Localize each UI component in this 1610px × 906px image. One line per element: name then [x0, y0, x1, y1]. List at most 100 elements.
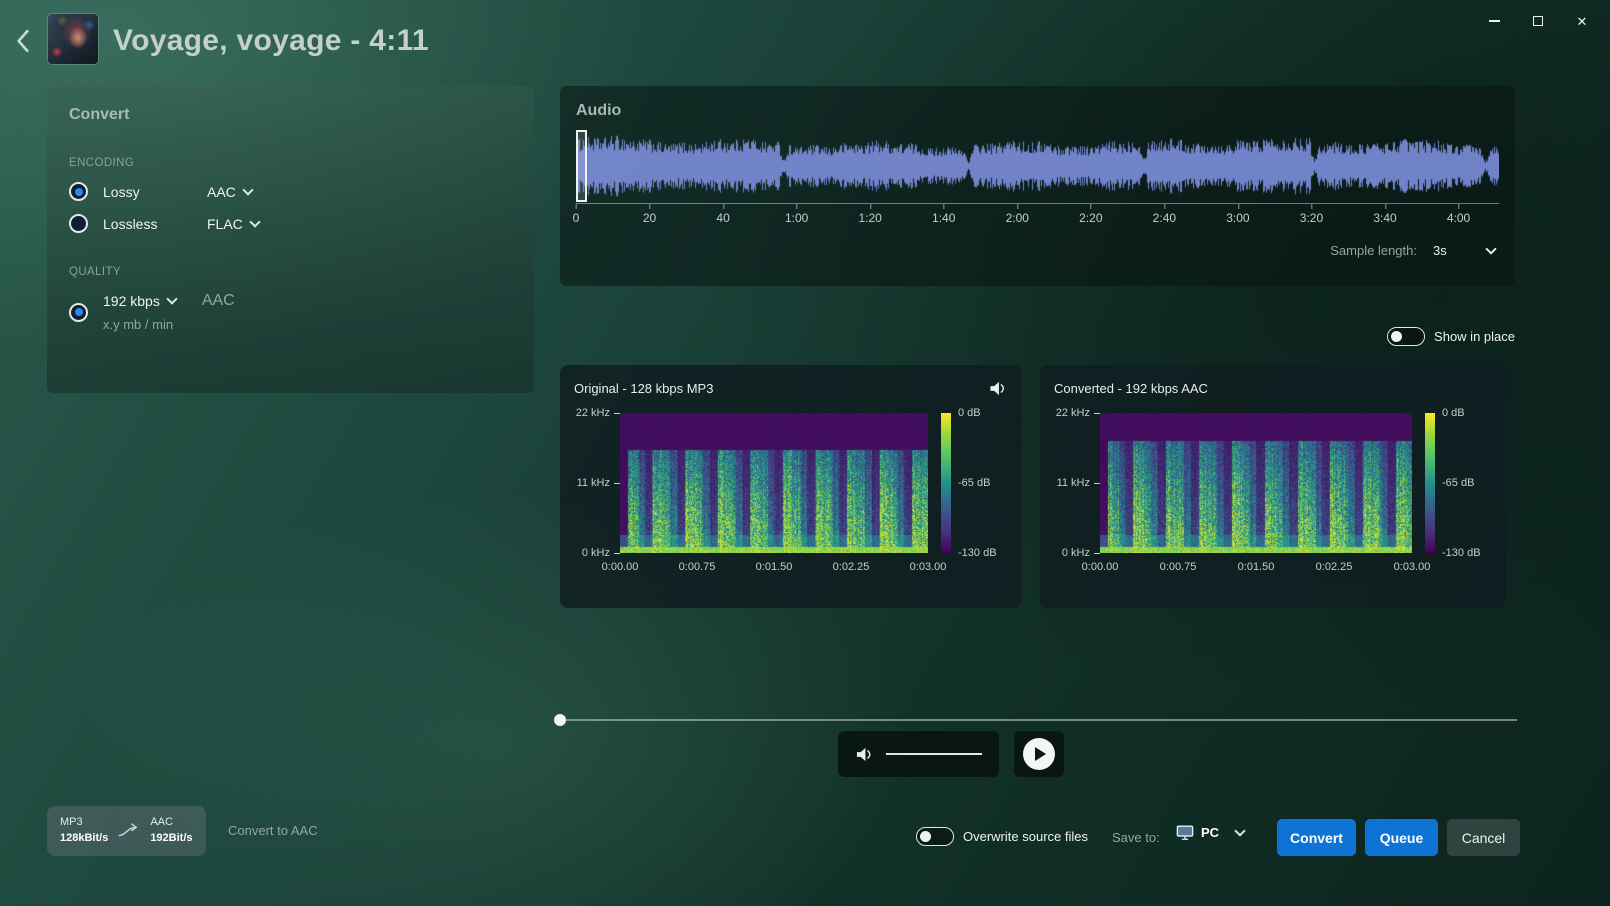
lossy-radio[interactable]: [69, 182, 88, 201]
freq-tick-label: 0 kHz: [582, 547, 620, 559]
source-bitrate-label: 128kBit/s: [60, 832, 108, 846]
maximize-button[interactable]: [1516, 6, 1560, 36]
target-format-label: AAC: [150, 816, 192, 830]
lossless-codec-value: FLAC: [207, 216, 243, 232]
waveform-canvas: [576, 135, 1499, 197]
db-tick-label: 0 dB: [1442, 407, 1465, 419]
spec-time-tick-label: 0:01.50: [756, 561, 793, 573]
spectrogram-plot: [1100, 413, 1412, 553]
convert-button[interactable]: Convert: [1277, 819, 1356, 856]
time-tick-label: 2:40: [1153, 211, 1176, 225]
spectrogram-panel-original: Original - 128 kbps MP3 22 kHz11 kHz0 kH…: [560, 365, 1022, 608]
source-format: MP3 128kBit/s: [60, 816, 108, 846]
quality-details: 192 kbps AAC x.y mb / min: [103, 292, 235, 332]
time-tick-label: 3:00: [1226, 211, 1249, 225]
spectrogram-panel-converted: Converted - 192 kbps AAC 22 kHz11 kHz0 k…: [1040, 365, 1506, 608]
freq-tick-label: 22 kHz: [1056, 407, 1100, 419]
colorbar: [1425, 413, 1435, 553]
lossless-option-row: Lossless FLAC: [69, 214, 512, 233]
sample-length-row: Sample length: 3s: [576, 243, 1499, 258]
play-icon: [1023, 738, 1055, 770]
time-tick-label: 3:20: [1300, 211, 1323, 225]
show-in-place-toggle[interactable]: [1387, 327, 1425, 346]
time-tick-label: 0: [573, 211, 580, 225]
sample-selection-handle[interactable]: [576, 130, 587, 202]
chevron-down-icon: [1234, 825, 1245, 836]
lossy-option-row: Lossy AAC: [69, 182, 512, 201]
quality-radio[interactable]: [69, 303, 88, 322]
speaker-icon[interactable]: [988, 380, 1008, 397]
sample-length-dropdown[interactable]: 3s: [1433, 243, 1495, 258]
lossless-radio[interactable]: [69, 214, 88, 233]
arrow-right-icon: [117, 820, 141, 842]
time-tick-label: 2:00: [1006, 211, 1029, 225]
volume-slider[interactable]: [886, 753, 982, 755]
waveform[interactable]: [576, 135, 1499, 197]
save-destination-value: PC: [1201, 825, 1219, 840]
converter-window: Voyage, voyage - 4:11 ✕ Convert ENCODING…: [0, 0, 1610, 906]
spectrogram-title-converted: Converted - 192 kbps AAC: [1054, 381, 1208, 396]
close-icon: ✕: [1577, 15, 1588, 28]
chevron-down-icon: [1485, 243, 1496, 254]
maximize-icon: [1533, 16, 1543, 26]
quality-section-label: QUALITY: [69, 266, 512, 278]
target-bitrate-label: 192Bit/s: [150, 832, 192, 846]
spec-time-tick-label: 0:00.00: [1082, 561, 1119, 573]
play-button[interactable]: [1014, 731, 1064, 777]
size-estimate-label: x.y mb / min: [103, 317, 235, 332]
back-chevron-icon: [15, 29, 31, 53]
queue-button[interactable]: Queue: [1365, 819, 1438, 856]
spec-time-tick-label: 0:03.00: [910, 561, 947, 573]
close-button[interactable]: ✕: [1560, 6, 1604, 36]
db-tick-label: -130 dB: [1442, 547, 1481, 559]
freq-tick-label: 22 kHz: [576, 407, 620, 419]
seek-handle[interactable]: [554, 714, 566, 726]
bitrate-value: 192 kbps: [103, 293, 160, 309]
encoding-section-label: ENCODING: [69, 157, 512, 169]
overwrite-toggle[interactable]: [916, 827, 954, 846]
spectrogram-canvas-converted: [1100, 413, 1412, 553]
page-title: Voyage, voyage - 4:11: [113, 24, 429, 58]
save-destination-dropdown[interactable]: PC: [1176, 824, 1244, 841]
spectrogram-title-original: Original - 128 kbps MP3: [574, 381, 713, 396]
db-tick-label: -130 dB: [958, 547, 997, 559]
time-tick-label: 20: [643, 211, 656, 225]
album-art: [48, 14, 98, 64]
back-button[interactable]: [8, 26, 38, 56]
time-tick-label: 40: [716, 211, 729, 225]
pc-icon: [1176, 824, 1194, 841]
show-in-place-control: Show in place: [1387, 327, 1515, 346]
volume-icon[interactable]: [855, 746, 874, 763]
time-tick-label: 1:20: [858, 211, 881, 225]
lossless-label: Lossless: [103, 216, 207, 232]
minimize-button[interactable]: [1472, 6, 1516, 36]
spectrogram-canvas-original: [620, 413, 928, 553]
spec-time-tick-label: 0:02.25: [1316, 561, 1353, 573]
lossless-codec-dropdown[interactable]: FLAC: [207, 216, 259, 232]
show-in-place-label: Show in place: [1434, 329, 1515, 344]
chevron-down-icon: [242, 184, 253, 195]
lossy-codec-dropdown[interactable]: AAC: [207, 184, 252, 200]
time-axis: 020401:001:201:402:002:202:403:003:203:4…: [576, 203, 1499, 233]
conversion-summary: Convert to AAC: [228, 823, 318, 838]
convert-panel: Convert ENCODING Lossy AAC Lossless FLAC…: [47, 86, 534, 393]
bitrate-dropdown[interactable]: 192 kbps: [103, 293, 176, 309]
chevron-down-icon: [249, 216, 260, 227]
save-to-label: Save to:: [1112, 830, 1160, 845]
cancel-button[interactable]: Cancel: [1447, 819, 1520, 856]
time-tick-label: 2:20: [1079, 211, 1102, 225]
audio-panel: Audio 020401:001:201:402:002:202:403:003…: [560, 86, 1515, 286]
convert-panel-title: Convert: [69, 106, 512, 124]
seek-bar[interactable]: [560, 712, 1517, 728]
freq-tick-label: 0 kHz: [1062, 547, 1100, 559]
spec-time-tick-label: 0:02.25: [833, 561, 870, 573]
spec-time-tick-label: 0:00.00: [602, 561, 639, 573]
spec-time-tick-label: 0:03.00: [1394, 561, 1431, 573]
seek-track: [560, 719, 1517, 721]
db-tick-label: -65 dB: [958, 477, 990, 489]
db-tick-label: 0 dB: [958, 407, 981, 419]
source-format-label: MP3: [60, 816, 108, 830]
spec-time-axis: 0:00.000:00.750:01.500:02.250:03.00: [1100, 561, 1412, 577]
volume-control: [838, 731, 999, 777]
toggle-knob: [920, 831, 931, 842]
